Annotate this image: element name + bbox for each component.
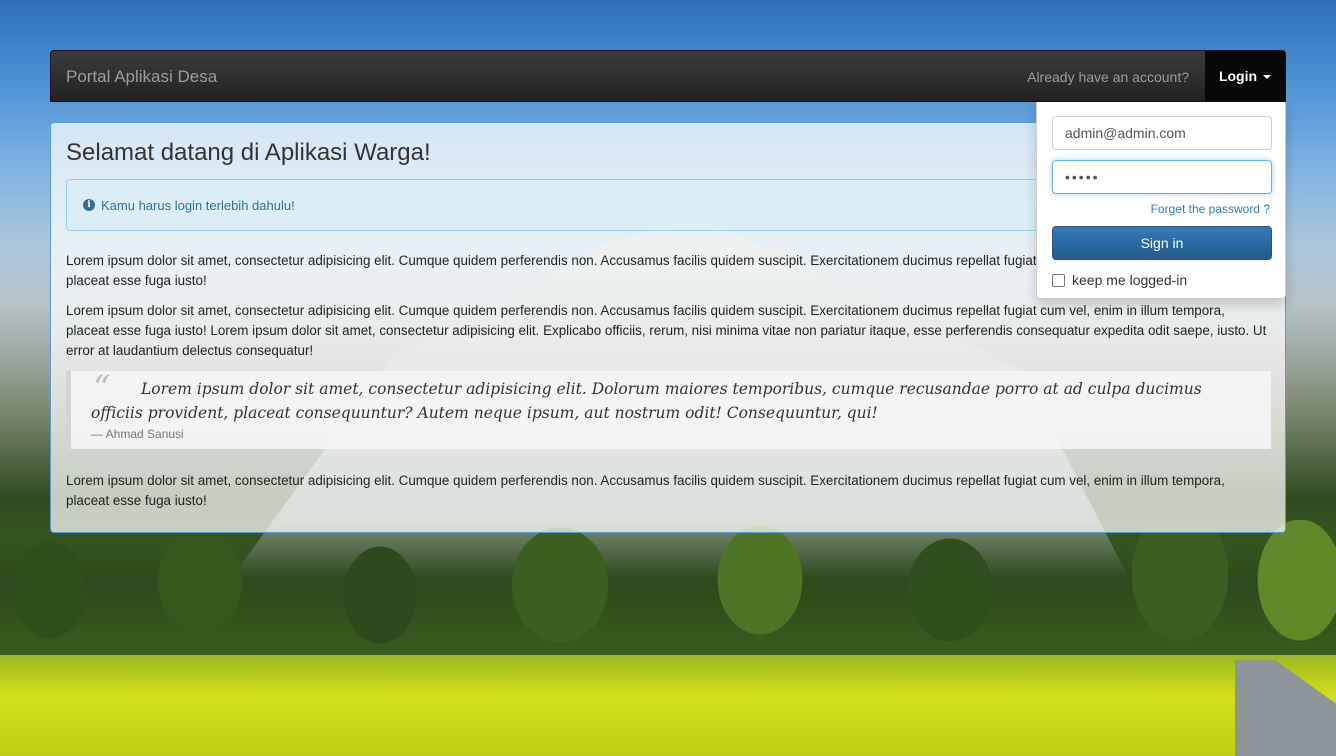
- sign-in-button[interactable]: Sign in: [1052, 226, 1272, 260]
- quote-text-wrapper: “ Lorem ipsum dolor sit amet, consectetu…: [91, 371, 1251, 425]
- quote-text: Lorem ipsum dolor sit amet, consectetur …: [91, 380, 1202, 422]
- login-dropdown-toggle[interactable]: Login: [1205, 51, 1285, 101]
- meadow-image: [0, 655, 1336, 756]
- paragraph-2: Lorem ipsum dolor sit amet, consectetur …: [66, 303, 1267, 358]
- forest-image: [0, 520, 1336, 670]
- keep-logged-in-option[interactable]: keep me logged-in: [1052, 272, 1270, 288]
- quote-block: “ Lorem ipsum dolor sit amet, consectetu…: [66, 371, 1271, 449]
- forget-password-link[interactable]: Forget the password ?: [1052, 202, 1270, 216]
- login-label: Login: [1218, 68, 1258, 84]
- account-prompt: Already have an account?: [1027, 69, 1189, 85]
- info-icon: i: [83, 199, 95, 211]
- quote-author: — Ahmad Sanusi: [91, 427, 184, 441]
- keep-logged-in-label: keep me logged-in: [1072, 272, 1188, 288]
- keep-logged-in-checkbox[interactable]: [1052, 273, 1065, 287]
- caret-down-icon: [1263, 75, 1272, 79]
- top-navbar: Portal Aplikasi Desa Already have an acc…: [50, 50, 1286, 102]
- email-field[interactable]: [1052, 116, 1272, 150]
- alert-text: Kamu harus login terlebih dahulu!: [101, 197, 295, 213]
- quote-mark-icon: “: [93, 368, 111, 408]
- login-dropdown: Forget the password ? Sign in keep me lo…: [1036, 102, 1286, 299]
- brand-link[interactable]: Portal Aplikasi Desa: [66, 67, 217, 87]
- password-field[interactable]: [1052, 160, 1272, 194]
- paragraph-3: Lorem ipsum dolor sit amet, consectetur …: [66, 473, 1225, 508]
